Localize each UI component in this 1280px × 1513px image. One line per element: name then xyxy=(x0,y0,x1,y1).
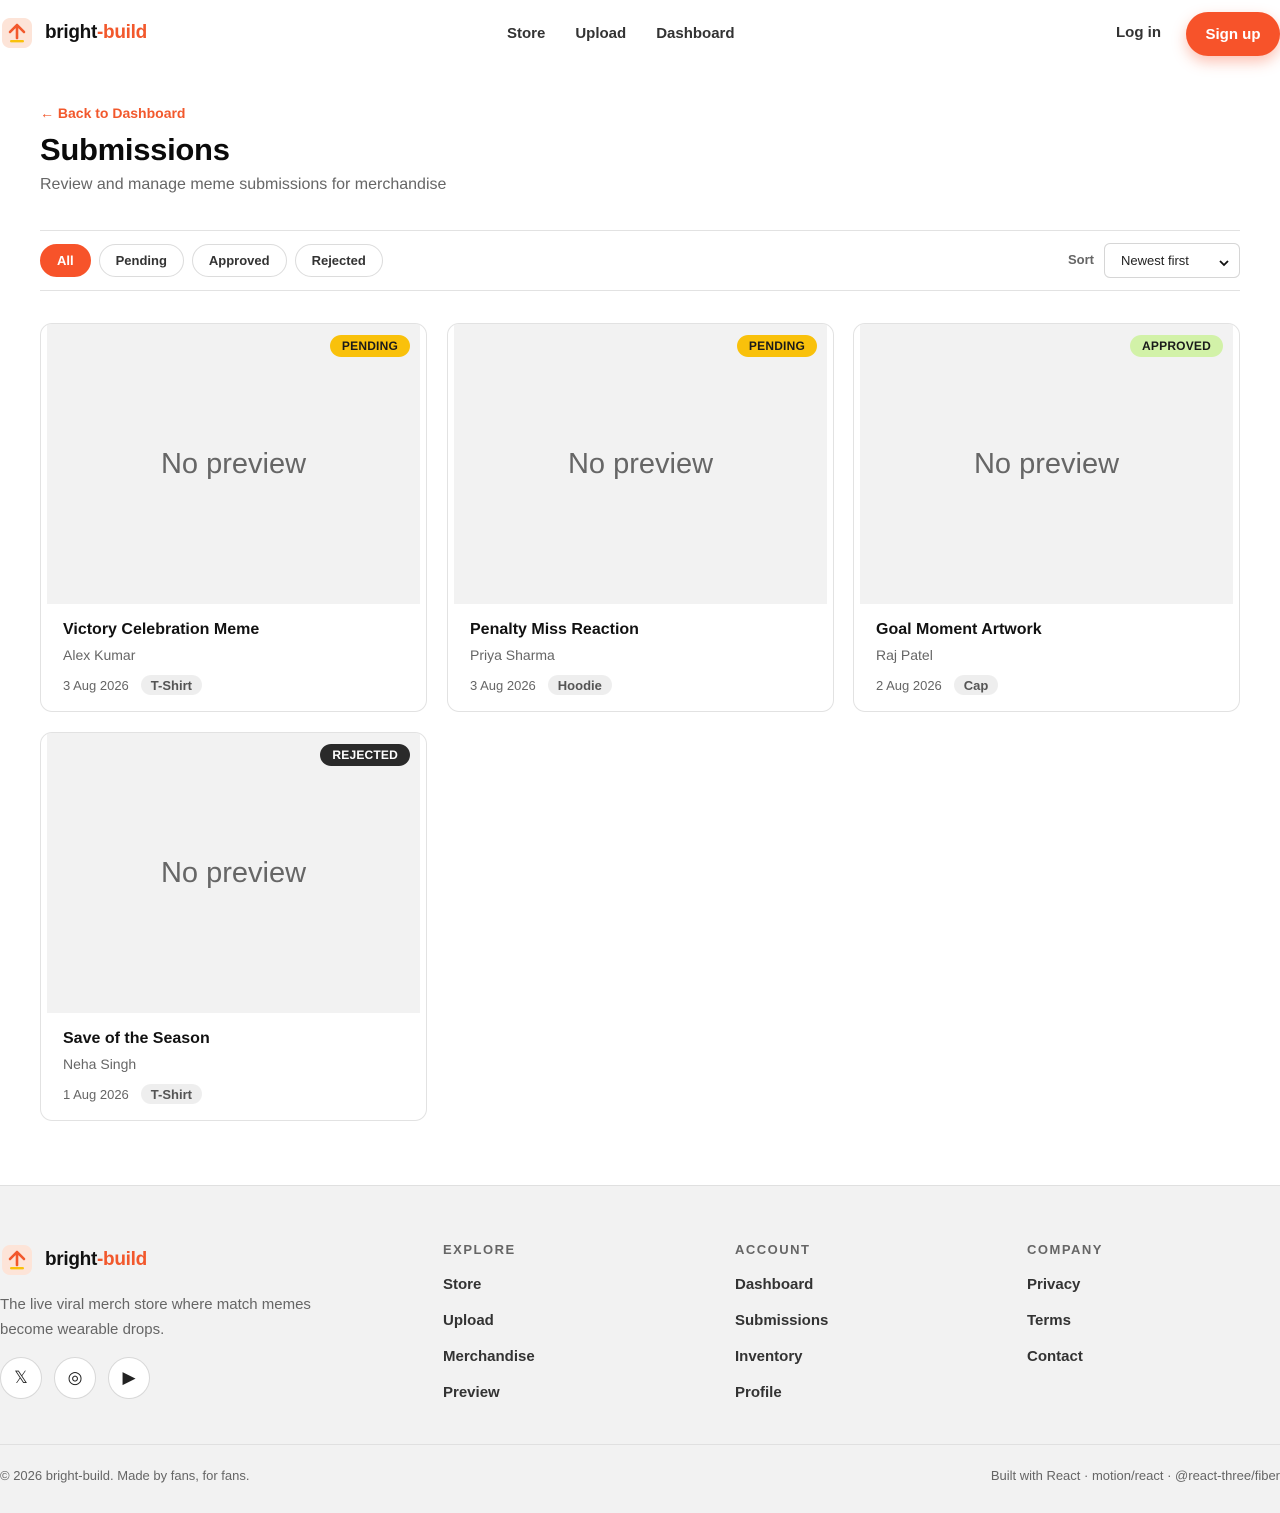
footer-column-heading: EXPLORE xyxy=(443,1242,516,1257)
site-footer: bright-build The live viral merch store … xyxy=(0,1185,1280,1513)
submission-date: 3 Aug 2026 xyxy=(63,677,129,693)
submission-meta: 1 Aug 2026 T-Shirt xyxy=(63,1084,202,1104)
brand-name: bright-build xyxy=(45,22,147,43)
submission-author: Raj Patel xyxy=(876,647,933,663)
signup-button[interactable]: Sign up xyxy=(1186,12,1280,56)
submission-title: Victory Celebration Meme xyxy=(63,621,260,638)
main-nav: Store Upload Dashboard xyxy=(507,25,735,42)
submission-card[interactable]: No preview PENDING Victory Celebration M… xyxy=(40,323,427,712)
product-tag: T-Shirt xyxy=(140,1084,202,1104)
status-badge: APPROVED xyxy=(1130,335,1223,357)
sort-selected-value: Newest first xyxy=(1121,253,1189,268)
footer-merchandise-link[interactable]: Merchandise xyxy=(443,1347,535,1366)
footer-profile-link[interactable]: Profile xyxy=(735,1383,828,1402)
footer-brand-name: bright-build xyxy=(45,1249,147,1270)
submission-author: Neha Singh xyxy=(63,1056,137,1072)
chevron-down-icon xyxy=(1219,256,1229,271)
submission-title: Save of the Season xyxy=(63,1030,210,1047)
submission-card[interactable]: No preview PENDING Penalty Miss Reaction… xyxy=(447,323,834,712)
footer-submissions-link[interactable]: Submissions xyxy=(735,1311,828,1330)
nav-store-link[interactable]: Store xyxy=(507,25,545,42)
preview-placeholder: No preview xyxy=(454,324,827,604)
filter-all-chip[interactable]: All xyxy=(40,244,91,277)
submission-card[interactable]: No preview APPROVED Goal Moment Artwork … xyxy=(853,323,1240,712)
footer-column-heading: COMPANY xyxy=(1027,1242,1103,1257)
filter-pending-chip[interactable]: Pending xyxy=(98,244,184,277)
status-badge: PENDING xyxy=(329,335,410,357)
instagram-icon[interactable]: ◎ xyxy=(54,1357,96,1399)
footer-terms-link[interactable]: Terms xyxy=(1027,1311,1103,1330)
preview-placeholder: No preview xyxy=(47,324,420,604)
page-subtitle: Review and manage meme submissions for m… xyxy=(40,176,447,193)
footer-tagline: The live viral merch store where match m… xyxy=(0,1296,311,1338)
submission-meta: 2 Aug 2026 Cap xyxy=(876,675,999,695)
product-tag: T-Shirt xyxy=(140,675,202,695)
x-icon[interactable]: 𝕏 xyxy=(0,1357,42,1399)
upload-arrow-icon xyxy=(2,18,32,48)
status-badge: REJECTED xyxy=(320,744,410,766)
status-filter-group: All Pending Approved Rejected xyxy=(40,244,383,277)
footer-column-heading: ACCOUNT xyxy=(735,1242,811,1257)
footer-upload-link[interactable]: Upload xyxy=(443,1311,535,1330)
sort-label: Sort xyxy=(1068,252,1094,267)
built-with-text: Built with React · motion/react · @react… xyxy=(990,1468,1280,1483)
submission-title: Penalty Miss Reaction xyxy=(470,621,639,638)
submission-date: 3 Aug 2026 xyxy=(470,677,536,693)
product-tag: Hoodie xyxy=(547,675,612,695)
footer-dashboard-link[interactable]: Dashboard xyxy=(735,1275,828,1294)
submission-title: Goal Moment Artwork xyxy=(876,621,1042,638)
youtube-icon[interactable]: ▶ xyxy=(108,1357,150,1399)
footer-divider xyxy=(0,1444,1280,1445)
preview-placeholder: No preview xyxy=(47,733,420,1013)
footer-contact-link[interactable]: Contact xyxy=(1027,1347,1103,1366)
product-tag: Cap xyxy=(953,675,999,695)
submission-card[interactable]: No preview REJECTED Save of the Season N… xyxy=(40,732,427,1121)
footer-store-link[interactable]: Store xyxy=(443,1275,535,1294)
submission-author: Alex Kumar xyxy=(63,647,136,663)
site-header: bright-build Store Upload Dashboard Log … xyxy=(0,0,1280,68)
page-title: Submissions xyxy=(40,132,230,167)
filter-approved-chip[interactable]: Approved xyxy=(191,244,287,277)
footer-inventory-link[interactable]: Inventory xyxy=(735,1347,828,1366)
social-links: 𝕏 ◎ ▶ xyxy=(0,1357,150,1399)
brand-logo-link[interactable]: bright-build xyxy=(2,18,147,48)
login-link[interactable]: Log in xyxy=(1116,24,1161,41)
status-badge: PENDING xyxy=(736,335,817,357)
divider xyxy=(40,230,1240,231)
footer-privacy-link[interactable]: Privacy xyxy=(1027,1275,1103,1294)
back-to-dashboard-link[interactable]: ← Back to Dashboard xyxy=(40,105,185,121)
divider xyxy=(40,290,1240,291)
filter-rejected-chip[interactable]: Rejected xyxy=(294,244,383,277)
submission-author: Priya Sharma xyxy=(470,647,555,663)
submission-date: 1 Aug 2026 xyxy=(63,1086,129,1102)
copyright-text: © 2026 bright-build. Made by fans, for f… xyxy=(0,1468,250,1483)
submission-meta: 3 Aug 2026 Hoodie xyxy=(470,675,612,695)
submission-date: 2 Aug 2026 xyxy=(876,677,942,693)
upload-arrow-icon xyxy=(2,1245,32,1275)
footer-preview-link[interactable]: Preview xyxy=(443,1383,535,1402)
footer-explore-column: EXPLORE Store Upload Merchandise Preview xyxy=(443,1242,535,1419)
footer-company-column: COMPANY Privacy Terms Contact xyxy=(1027,1242,1103,1383)
nav-upload-link[interactable]: Upload xyxy=(575,25,626,42)
sort-select[interactable]: Newest first xyxy=(1104,243,1240,278)
preview-placeholder: No preview xyxy=(860,324,1233,604)
footer-account-column: ACCOUNT Dashboard Submissions Inventory … xyxy=(735,1242,828,1419)
submission-meta: 3 Aug 2026 T-Shirt xyxy=(63,675,202,695)
footer-brand[interactable]: bright-build xyxy=(2,1245,147,1275)
nav-dashboard-link[interactable]: Dashboard xyxy=(656,25,734,42)
